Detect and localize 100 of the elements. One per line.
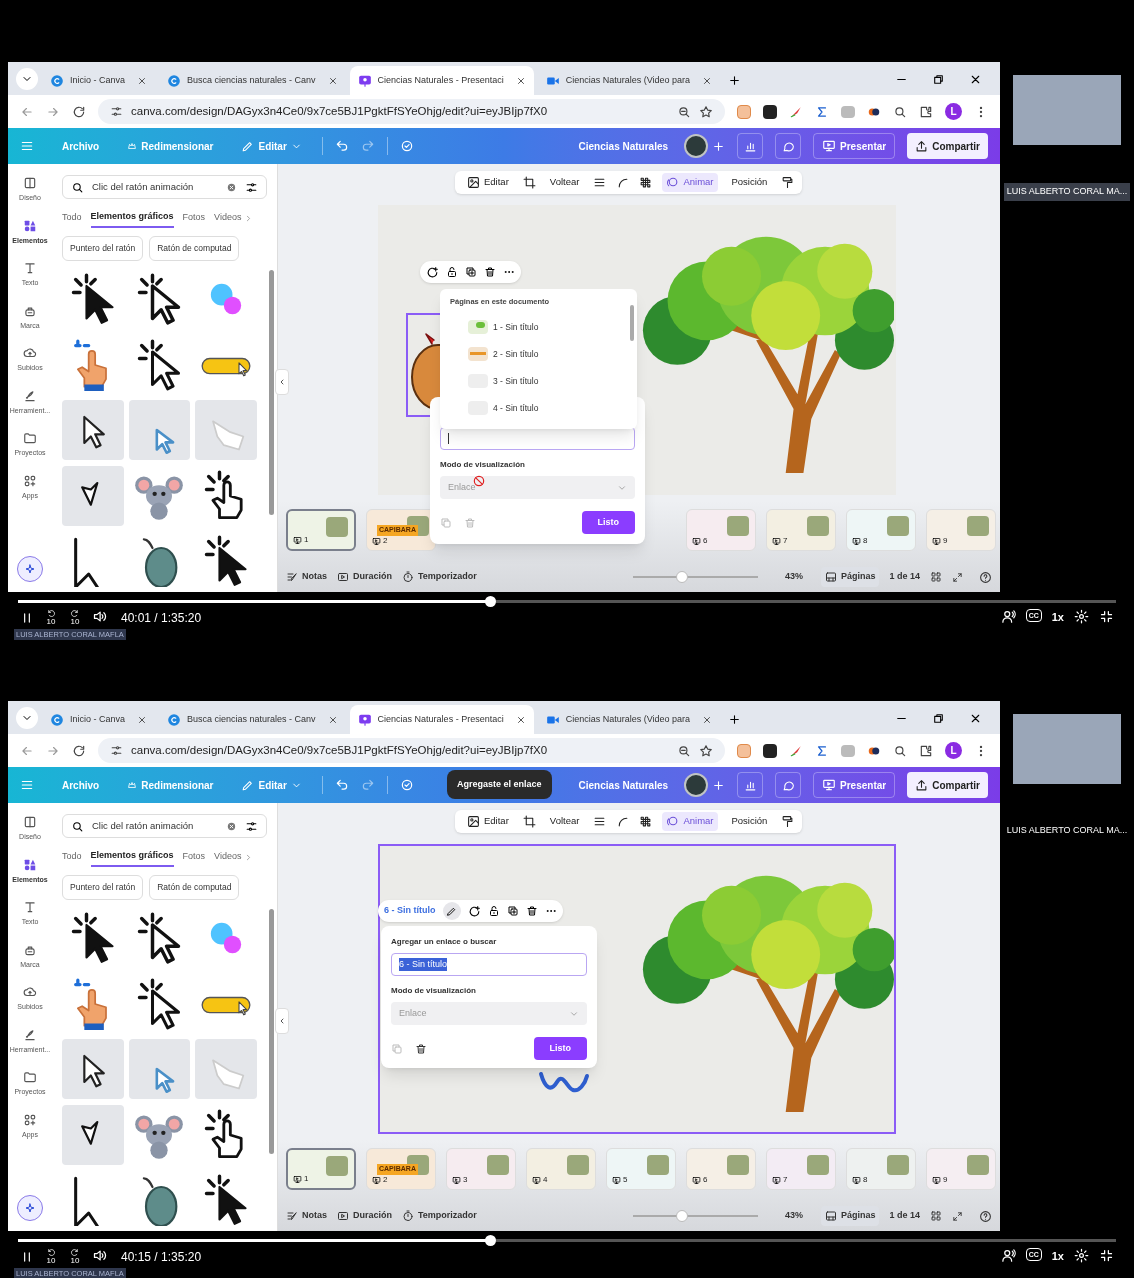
forward-button[interactable]: 10 — [68, 1248, 82, 1266]
settings-icon[interactable] — [1074, 609, 1089, 624]
collaborator-avatar[interactable] — [684, 773, 709, 797]
paint-roller-icon[interactable] — [781, 815, 795, 828]
filter-icon[interactable] — [245, 819, 258, 833]
document-title[interactable]: Ciencias Naturales — [578, 777, 669, 793]
slide-thumbnail[interactable]: 1 — [286, 1148, 356, 1190]
profile-avatar[interactable]: L — [945, 742, 962, 759]
search-field[interactable]: Clic del ratón animación — [62, 814, 267, 838]
crop-icon[interactable] — [522, 815, 536, 828]
reload-icon[interactable] — [72, 743, 86, 758]
scrollbar-thumb[interactable] — [269, 909, 274, 1154]
page-option[interactable]: 2 - Sin título — [493, 347, 539, 361]
undo-icon[interactable] — [334, 139, 349, 153]
duplicate-icon[interactable] — [506, 905, 519, 917]
slide-thumbnail[interactable]: 1 — [286, 509, 356, 551]
close-icon[interactable] — [702, 714, 713, 725]
progress-thumb[interactable] — [485, 1235, 497, 1246]
browser-tab[interactable]: Busca ciencias naturales - Canv — [159, 66, 346, 95]
volume-icon[interactable] — [92, 609, 107, 624]
browser-tab[interactable]: Ciencias Naturales (Video para — [537, 705, 721, 734]
border-style-icon[interactable] — [593, 176, 607, 189]
tab-list-button[interactable] — [16, 68, 38, 90]
lock-icon[interactable] — [446, 266, 458, 278]
notes-button[interactable]: Notas — [286, 1209, 327, 1223]
help-icon[interactable] — [979, 1209, 992, 1223]
collaborator-avatar[interactable] — [684, 134, 709, 158]
link-input[interactable]: 6 - Sin título — [391, 953, 587, 976]
notes-button[interactable]: Notas — [286, 570, 327, 584]
transparency-icon[interactable] — [639, 176, 653, 189]
page-option[interactable]: 3 - Sin título — [493, 374, 539, 388]
toolbar-button[interactable]: Voltear — [545, 173, 584, 192]
comments-button[interactable] — [775, 133, 802, 159]
share-button[interactable]: Compartir — [907, 133, 988, 159]
pages-button[interactable]: Páginas — [820, 567, 880, 587]
close-icon[interactable] — [137, 75, 148, 86]
cloud-saved-icon[interactable] — [399, 778, 414, 792]
filter-icon[interactable] — [245, 180, 258, 194]
zoom-icon[interactable] — [677, 104, 691, 119]
toolbar-button[interactable]: Posición — [727, 173, 772, 192]
scrollbar-thumb[interactable] — [269, 270, 274, 515]
magic-button[interactable] — [17, 556, 43, 582]
clear-icon[interactable] — [226, 820, 237, 832]
search-icon[interactable] — [893, 104, 907, 119]
toolbar-button[interactable]: Posición — [727, 812, 772, 831]
extension-icon[interactable] — [763, 743, 777, 758]
paint-roller-icon[interactable] — [781, 176, 795, 189]
suggestion-chip[interactable]: Ratón de computad — [149, 875, 240, 900]
zoom-icon[interactable] — [677, 743, 691, 758]
toolbar-button[interactable]: Editar — [463, 173, 513, 192]
grid-view-icon[interactable] — [930, 1210, 942, 1222]
settings-icon[interactable] — [1074, 1248, 1089, 1263]
browser-tab[interactable]: Ciencias Naturales - Presentaci — [349, 705, 534, 734]
timer-button[interactable]: Temporizador — [402, 1209, 477, 1223]
slide-thumbnail[interactable]: 6 — [686, 1148, 756, 1190]
slide-thumbnail[interactable]: 7 — [766, 509, 836, 551]
fullscreen-icon[interactable] — [952, 571, 963, 583]
close-icon[interactable] — [327, 75, 338, 86]
delete-icon[interactable] — [525, 905, 538, 917]
tab-list-button[interactable] — [16, 707, 38, 729]
close-icon[interactable] — [969, 73, 982, 86]
slide-thumbnail[interactable]: 7 — [766, 1148, 836, 1190]
browser-tab[interactable]: Busca ciencias naturales - Canv — [159, 705, 346, 734]
exit-fullscreen-icon[interactable] — [1099, 609, 1114, 624]
slide-thumbnail[interactable]: 8 — [846, 509, 916, 551]
timer-button[interactable]: Temporizador — [402, 570, 477, 584]
page-option[interactable]: 1 - Sin título — [493, 320, 539, 334]
restore-icon[interactable] — [932, 73, 945, 86]
filter-tab[interactable]: Videos — [214, 208, 242, 228]
voice-icon[interactable] — [1000, 609, 1016, 624]
extension-icon[interactable] — [763, 104, 777, 119]
transparency-icon[interactable] — [639, 815, 653, 828]
duration-button[interactable]: Duración — [337, 1209, 393, 1223]
slider-thumb[interactable] — [676, 1210, 689, 1222]
crop-icon[interactable] — [522, 176, 536, 189]
toolbar-button[interactable]: Editar — [463, 812, 513, 831]
slide-thumbnail[interactable]: 9 — [926, 1148, 996, 1190]
sigma-icon[interactable] — [815, 104, 829, 119]
add-comment-icon[interactable] — [467, 904, 481, 918]
browser-tab[interactable]: Inicio - Canva — [42, 66, 156, 95]
exit-fullscreen-icon[interactable] — [1099, 1248, 1114, 1263]
slide-thumbnail[interactable]: 8 — [846, 1148, 916, 1190]
lock-icon[interactable] — [487, 905, 500, 917]
playback-speed-button[interactable]: 1x — [1051, 609, 1064, 626]
toolbar-button[interactable]: Voltear — [545, 812, 584, 831]
close-icon[interactable] — [515, 714, 526, 725]
done-button[interactable]: Listo — [581, 511, 635, 534]
undo-icon[interactable] — [334, 778, 349, 792]
sigma-icon[interactable] — [815, 743, 829, 758]
cloud-saved-icon[interactable] — [399, 139, 414, 153]
pages-button[interactable]: Páginas — [820, 1206, 880, 1226]
filter-tab[interactable]: Fotos — [182, 208, 206, 228]
search-icon[interactable] — [893, 743, 907, 758]
suggestion-chip[interactable]: Puntero del ratón — [62, 236, 144, 261]
page-link[interactable]: 6 - Sin título — [384, 904, 436, 918]
filter-tab[interactable]: Todo — [62, 208, 82, 228]
corner-radius-icon[interactable] — [616, 815, 630, 828]
reload-icon[interactable] — [72, 104, 86, 119]
slide-thumbnail[interactable]: 3 — [446, 1148, 516, 1190]
bookmark-star-icon[interactable] — [699, 743, 713, 758]
